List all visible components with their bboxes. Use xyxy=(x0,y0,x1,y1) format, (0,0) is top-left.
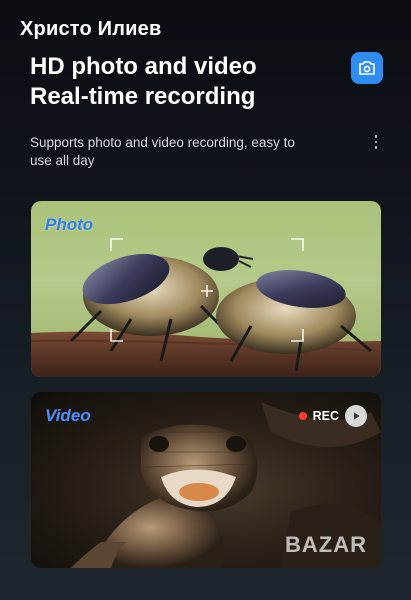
hero-line-1: HD photo and video xyxy=(30,53,257,80)
more-dot xyxy=(374,140,377,143)
hero-heading: HD photo and video Real-time recording xyxy=(30,52,257,112)
description-text: Supports photo and video recording, easy… xyxy=(30,135,295,168)
camera-button[interactable] xyxy=(351,52,383,84)
photo-card-title: Photo xyxy=(45,215,94,234)
recording-indicator: REC xyxy=(298,405,367,427)
camera-icon xyxy=(359,61,375,75)
record-dot-icon xyxy=(298,412,307,420)
rec-label: REC xyxy=(312,409,339,423)
hero-line-2: Real-time recording xyxy=(30,83,256,110)
more-dot xyxy=(374,146,377,149)
seller-name-watermark: Христо Илиев xyxy=(20,18,162,40)
video-card-title: Video xyxy=(45,406,91,425)
video-card[interactable]: Video REC BAZAR xyxy=(31,392,381,568)
more-vertical-icon xyxy=(374,135,377,138)
play-button[interactable] xyxy=(345,405,367,427)
photo-card[interactable]: Photo xyxy=(31,201,381,377)
play-icon xyxy=(354,412,360,420)
more-options-button[interactable] xyxy=(371,133,382,151)
bazar-logo-watermark: BAZAR xyxy=(285,532,367,557)
